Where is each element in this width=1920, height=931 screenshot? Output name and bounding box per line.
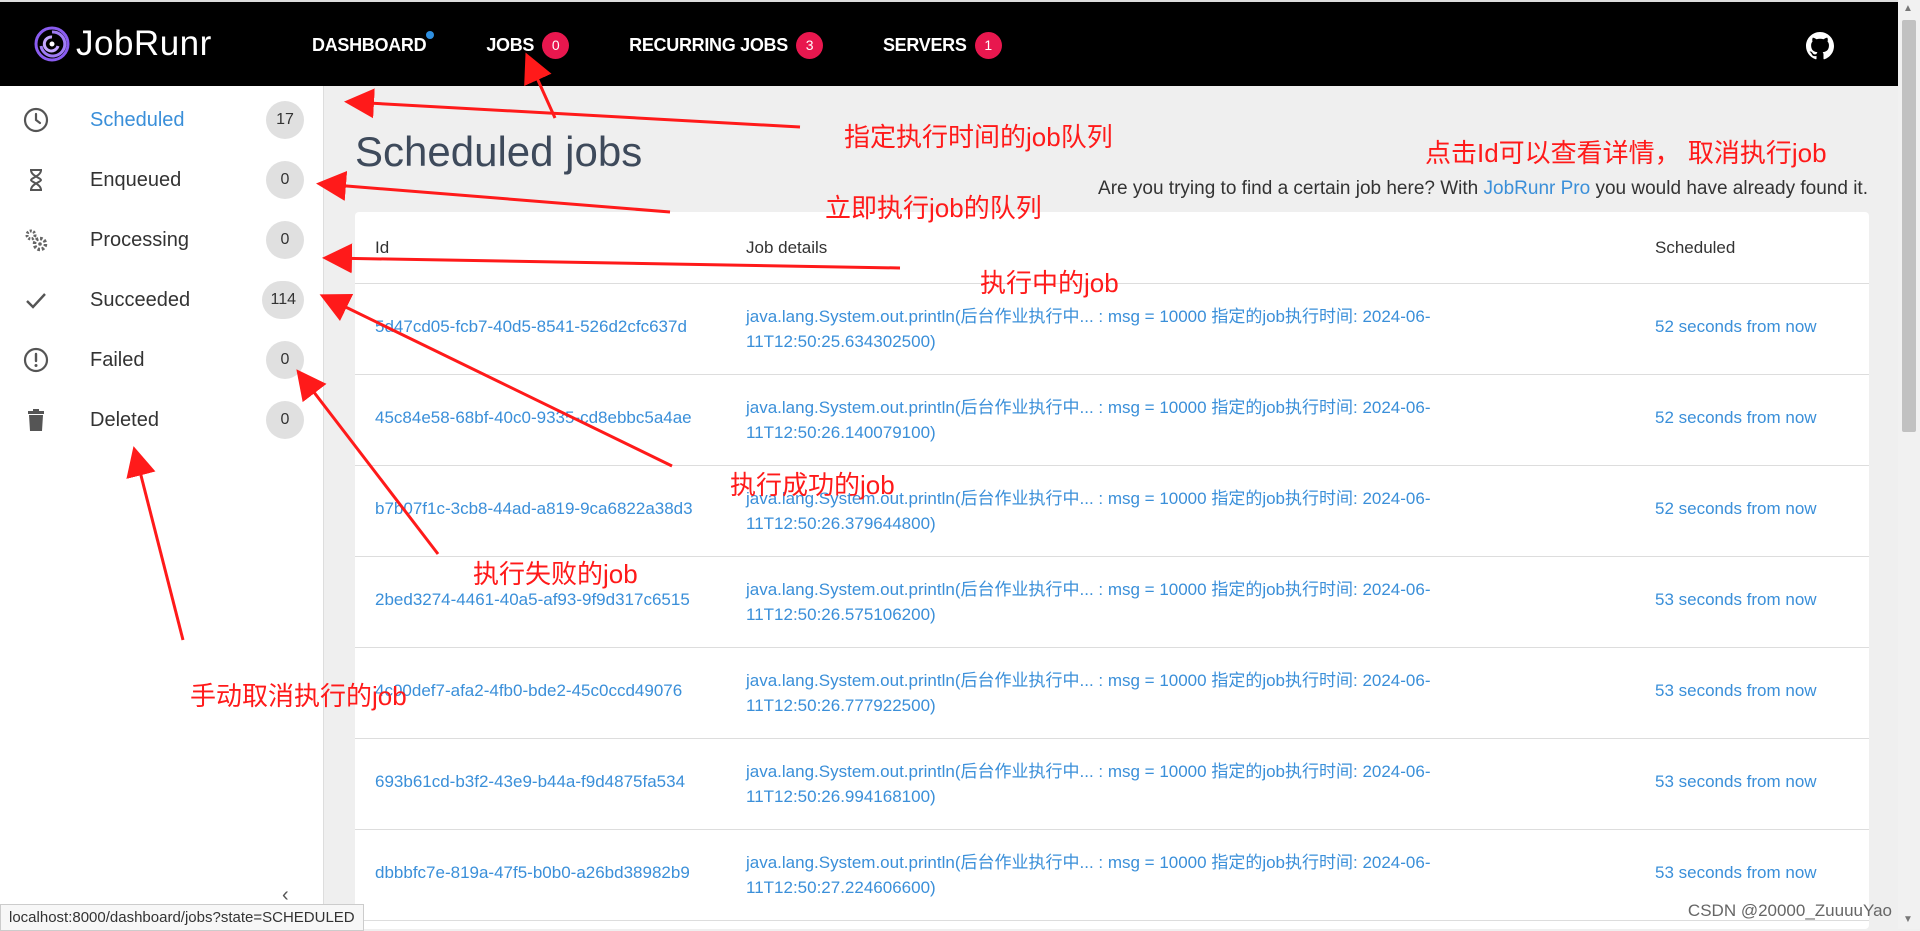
job-details[interactable]: java.lang.System.out.println(后台作业执行中... … [746,759,1466,809]
job-details[interactable]: java.lang.System.out.println(后台作业执行中... … [746,850,1466,900]
nav-dashboard-label: DASHBOARD [312,34,427,55]
sidebar-item-count: 0 [266,221,304,259]
annotation-processing: 执行中的job [980,268,1119,298]
sidebar: Scheduled 17 Enqueued 0 Processing 0 Suc… [0,86,324,929]
scroll-down-arrow-icon[interactable]: ▼ [1903,914,1913,925]
annotation-detail: 点击Id可以查看详情， 取消执行job [1425,138,1827,168]
sidebar-item-count: 0 [266,341,304,379]
sidebar-item-scheduled[interactable]: Scheduled 17 [0,90,324,150]
app-name: JobRunr [76,24,212,63]
nav-jobs-label: JOBS [486,34,535,55]
github-icon[interactable] [1806,32,1834,60]
jobrunr-pro-link[interactable]: JobRunr Pro [1484,178,1591,199]
sidebar-item-label: Deleted [90,408,159,431]
logo[interactable]: JobRunr [34,24,212,64]
sidebar-item-count: 0 [266,401,304,439]
job-scheduled-time: 53 seconds from now [1655,590,1817,609]
main-nav: DASHBOARD JOBS 0 RECURRING JOBS 3 SERVER… [312,2,1062,88]
dashboard-status-dot [426,30,435,39]
browser-status-url: localhost:8000/dashboard/jobs?state=SCHE… [0,904,364,931]
job-id-link[interactable]: 5d47cd05-fcb7-40d5-8541-526d2cfc637d [375,317,687,337]
exclamation-circle-icon [23,347,49,373]
trash-icon [28,409,44,431]
job-details[interactable]: java.lang.System.out.println(后台作业执行中... … [746,395,1466,445]
job-id-link[interactable]: 693b61cd-b3f2-43e9-b44a-f9d4875fa534 [375,772,685,792]
nav-servers-label: SERVERS [882,34,967,55]
job-scheduled-time: 52 seconds from now [1655,499,1817,518]
table-row: dbbbfc7e-819a-47f5-b0b0-a26bd38982b9 jav… [355,829,1869,921]
table-row: b7b07f1c-3cb8-44ad-a819-9ca6822a38d3 jav… [355,465,1869,557]
annotation-succeeded: 执行成功的job [730,470,895,500]
job-scheduled-time: 53 seconds from now [1655,863,1817,882]
sidebar-item-failed[interactable]: Failed 0 [0,330,324,390]
nav-servers-badge: 1 [974,31,1002,59]
nav-jobs-badge: 0 [542,31,570,59]
nav-recurring-jobs-badge: 3 [795,31,823,59]
job-id-link[interactable]: dbbbfc7e-819a-47f5-b0b0-a26bd38982b9 [375,863,690,883]
annotation-deleted: 手动取消执行的job [190,681,407,711]
annotation-failed: 执行失败的job [473,559,638,589]
job-scheduled-time: 52 seconds from now [1655,408,1817,427]
arrow-to-scheduled [344,88,801,129]
sidebar-item-count: 114 [262,281,304,319]
nav-recurring-jobs-label: RECURRING JOBS [629,34,788,55]
clock-icon [23,107,49,133]
nav-recurring-jobs[interactable]: RECURRING JOBS 3 [629,31,823,59]
page-scrollbar[interactable]: ▲ ▼ [1898,0,1920,929]
job-id-link[interactable]: 2bed3274-4461-40a5-af93-9f9d317c6515 [375,590,690,610]
annotation-scheduled: 指定执行时间的job队列 [844,122,1113,152]
job-id-link[interactable]: 4c00def7-afa2-4fb0-bde2-45c0ccd49076 [375,681,682,701]
column-header-job-details: Job details [746,238,828,257]
page-title: Scheduled jobs [355,128,643,175]
sidebar-item-count: 0 [266,161,304,199]
promo-text: Are you trying to find a certain job her… [1098,178,1868,200]
sidebar-item-enqueued[interactable]: Enqueued 0 [0,150,324,210]
sidebar-item-succeeded[interactable]: Succeeded 114 [0,270,324,330]
nav-jobs[interactable]: JOBS 0 [486,31,570,59]
hourglass-icon [29,169,43,191]
scroll-thumb[interactable] [1902,20,1916,432]
job-id-link[interactable]: 45c84e58-68bf-40c0-9335-cd8ebbc5a4ae [375,408,692,428]
promo-suffix: you would have already found it. [1590,178,1868,199]
jobrunr-logo-icon [34,26,70,62]
table-row: 693b61cd-b3f2-43e9-b44a-f9d4875fa534 jav… [355,738,1869,830]
sidebar-item-deleted[interactable]: Deleted 0 [0,390,324,450]
nav-dashboard[interactable]: DASHBOARD [312,30,435,56]
job-scheduled-time: 53 seconds from now [1655,772,1817,791]
sidebar-item-label: Processing [90,228,189,251]
top-navbar: JobRunr DASHBOARD JOBS 0 RECURRING JOBS … [0,0,1898,86]
job-details[interactable]: java.lang.System.out.println(后台作业执行中... … [746,577,1466,627]
nav-servers[interactable]: SERVERS 1 [882,31,1002,59]
promo-prefix: Are you trying to find a certain job her… [1098,178,1484,199]
gears-icon [25,229,48,252]
annotation-enqueued: 立即执行job的队列 [825,193,1042,223]
sidebar-item-processing[interactable]: Processing 0 [0,210,324,270]
job-id-link[interactable]: b7b07f1c-3cb8-44ad-a819-9ca6822a38d3 [375,499,693,519]
check-icon [26,293,46,309]
sidebar-item-label: Enqueued [90,168,182,191]
watermark: CSDN @20000_ZuuuuYao [1687,901,1892,920]
sidebar-item-label: Failed [90,348,145,371]
sidebar-item-label: Succeeded [90,288,191,311]
job-scheduled-time: 53 seconds from now [1655,681,1817,700]
column-header-id: Id [375,238,390,257]
column-header-scheduled: Scheduled [1655,238,1736,257]
scroll-up-arrow-icon[interactable]: ▲ [1903,3,1913,14]
job-details[interactable]: java.lang.System.out.println(后台作业执行中... … [746,304,1466,354]
arrow-to-enqueued [316,170,671,214]
job-scheduled-time: 52 seconds from now [1655,317,1817,336]
sidebar-item-count: 17 [266,101,304,139]
job-details[interactable]: java.lang.System.out.println(后台作业执行中... … [746,668,1466,718]
table-row: 4c00def7-afa2-4fb0-bde2-45c0ccd49076 jav… [355,647,1869,739]
table-row: 45c84e58-68bf-40c0-9335-cd8ebbc5a4ae jav… [355,374,1869,466]
sidebar-item-label: Scheduled [90,108,185,131]
